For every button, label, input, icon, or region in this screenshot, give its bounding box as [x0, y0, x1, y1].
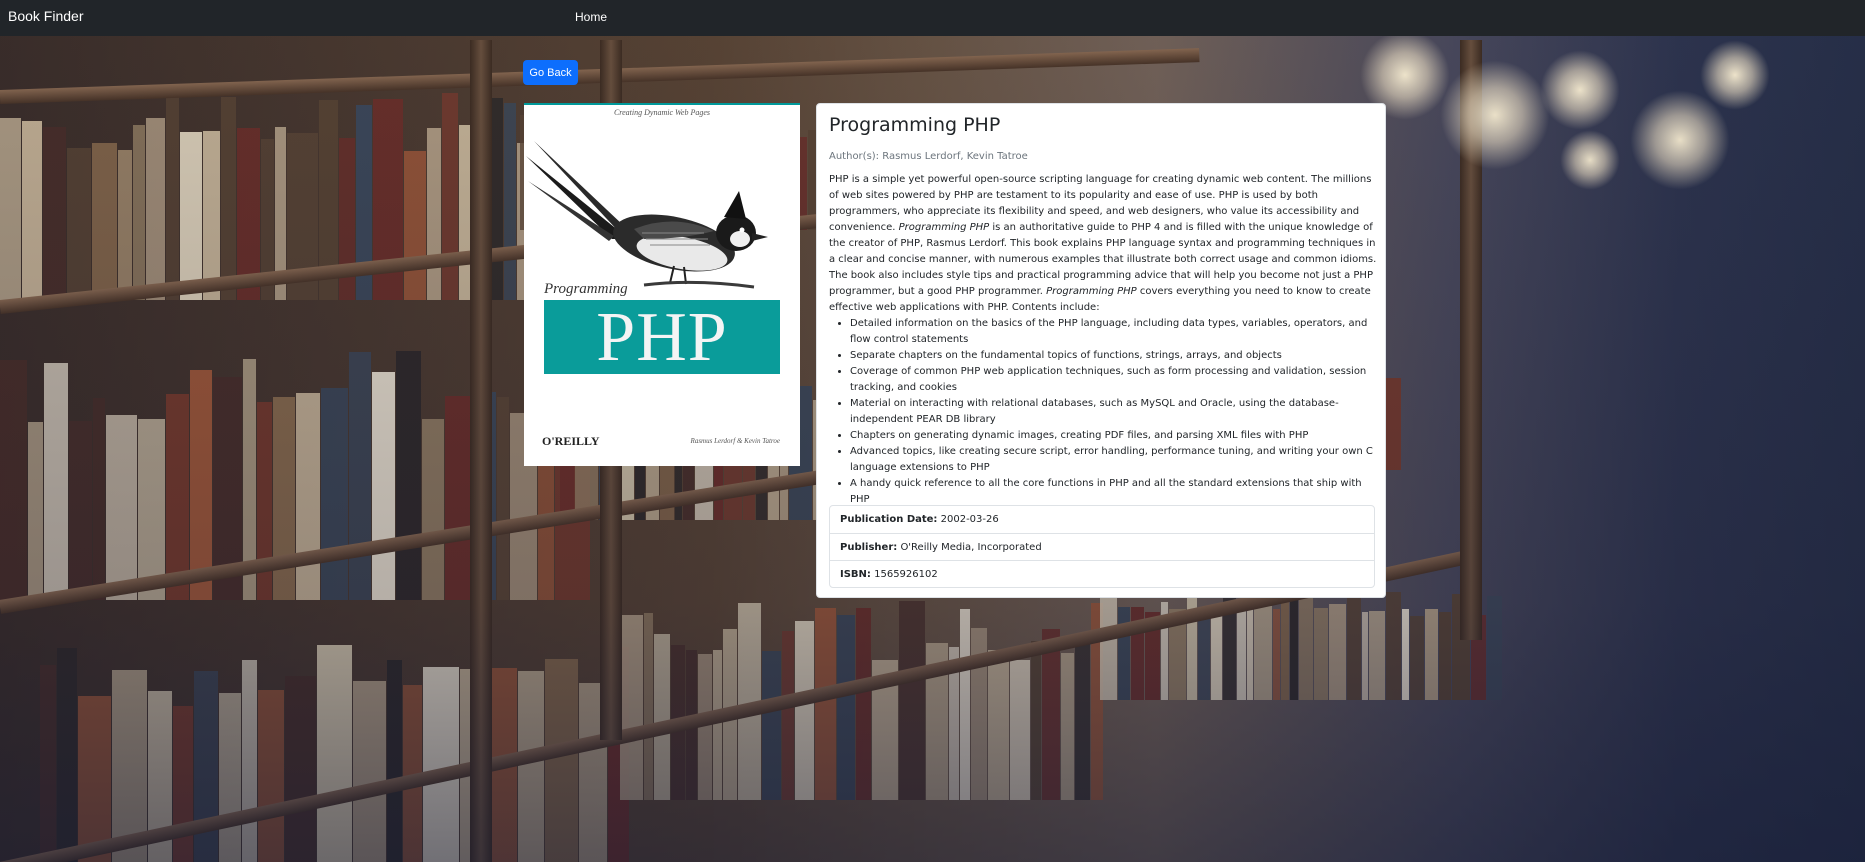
contents-list-item: Advanced topics, like creating secure sc… [850, 444, 1377, 476]
cover-publisher-logo: O'REILLY [542, 434, 600, 448]
isbn-row: ISBN: 1565926102 [830, 560, 1374, 587]
nav-link-home[interactable]: Home [575, 10, 607, 24]
publisher-label: Publisher: [840, 542, 898, 553]
cover-title-word: PHP [596, 299, 728, 376]
description-emphasis: Programming PHP [1046, 286, 1137, 297]
publication-date-value: 2002-03-26 [940, 514, 999, 525]
description-paragraph: PHP is a simple yet powerful open-source… [829, 172, 1377, 316]
book-cover-image: Creating Dynamic Web Pages Programming P… [524, 103, 800, 466]
contents-list-item: Material on interacting with relational … [850, 396, 1377, 428]
contents-list-item: Chapters on generating dynamic images, c… [850, 428, 1377, 444]
contents-list-item: A handy quick reference to all the core … [850, 476, 1377, 508]
publisher-row: Publisher: O'Reilly Media, Incorporated [830, 533, 1374, 560]
book-title: Programming PHP [829, 114, 1001, 136]
cover-authors: Rasmus Lerdorf & Kevin Tatroe [690, 437, 780, 445]
cover-tagline: Creating Dynamic Web Pages [613, 108, 711, 117]
book-metadata-list: Publication Date: 2002-03-26 Publisher: … [829, 505, 1375, 588]
contents-list-item: Coverage of common PHP web application t… [850, 364, 1377, 396]
bird-illustration-icon [526, 141, 768, 289]
cover-top-band [524, 103, 800, 105]
contents-list: Detailed information on the basics of th… [829, 316, 1377, 508]
go-back-button[interactable]: Go Back [523, 60, 578, 85]
publisher-value: O'Reilly Media, Incorporated [900, 542, 1042, 553]
book-details-card: Programming PHP Author(s): Rasmus Lerdor… [816, 103, 1386, 598]
isbn-label: ISBN: [840, 569, 871, 580]
publication-date-row: Publication Date: 2002-03-26 [830, 506, 1374, 533]
publication-date-label: Publication Date: [840, 514, 938, 525]
contents-list-item: Separate chapters on the fundamental top… [850, 348, 1377, 364]
book-description: PHP is a simple yet powerful open-source… [829, 172, 1377, 508]
contents-list-item: Detailed information on the basics of th… [850, 316, 1377, 348]
description-emphasis: Programming PHP [898, 222, 990, 233]
cover-series-word: Programming [544, 281, 628, 297]
isbn-value: 1565926102 [874, 569, 938, 580]
book-authors: Author(s): Rasmus Lerdorf, Kevin Tatroe [829, 151, 1028, 162]
navbar: Book Finder Home [0, 0, 1865, 36]
navbar-brand[interactable]: Book Finder [8, 8, 83, 24]
